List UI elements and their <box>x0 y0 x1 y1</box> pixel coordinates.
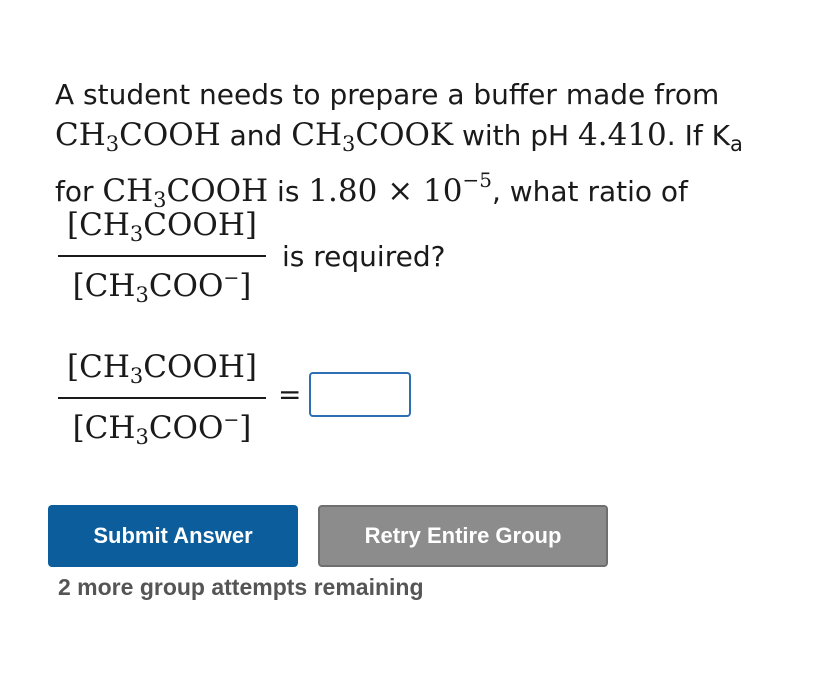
ph-value: 4.410 <box>578 117 667 153</box>
retry-entire-group-label: Retry Entire Group <box>364 523 562 548</box>
and-text: and <box>220 119 292 152</box>
acid-formula: CH3COOH <box>55 117 221 156</box>
for-text: for <box>55 175 103 208</box>
submit-answer-button[interactable]: Submit Answer <box>48 505 298 567</box>
answer-input[interactable] <box>309 372 411 417</box>
answer-fraction-denominator: [CH3COO−] <box>72 409 252 449</box>
question-intro-text: A student needs to prepare a buffer made… <box>55 78 720 111</box>
equals-sign: = <box>278 378 302 411</box>
ka-label: . If Ka <box>666 119 743 156</box>
fraction-denominator: [CH3COO−] <box>72 267 252 307</box>
fraction-numerator: [CH3COOH] <box>67 207 257 246</box>
retry-entire-group-button[interactable]: Retry Entire Group <box>318 505 608 567</box>
salt-formula: CH3COOK <box>291 117 454 156</box>
answer-fraction-numerator: [CH3COOH] <box>67 349 257 388</box>
is-text: is <box>268 175 309 208</box>
ph-label: with pH <box>453 119 579 152</box>
submit-answer-label: Submit Answer <box>93 523 253 548</box>
ka-acid-formula: CH3COOH <box>102 173 269 212</box>
fraction-bar <box>58 255 266 257</box>
attempts-remaining-text: 2 more group attempts remaining <box>58 574 424 600</box>
answer-ratio-fraction: [CH3COOH] [CH3COO−] <box>58 347 266 457</box>
ratio-text: , what ratio of <box>491 175 688 208</box>
answer-fraction-bar <box>58 397 266 399</box>
ka-value: 1.80 × 10−5 <box>308 168 492 209</box>
is-required-text: is required? <box>282 240 446 273</box>
question-line-1: A student needs to prepare a buffer made… <box>55 78 719 111</box>
question-line-2: CH3COOH and CH3COOK with pH 4.410. If Ka <box>55 117 743 156</box>
question-ratio-fraction: [CH3COOH] [CH3COO−] <box>58 205 266 315</box>
